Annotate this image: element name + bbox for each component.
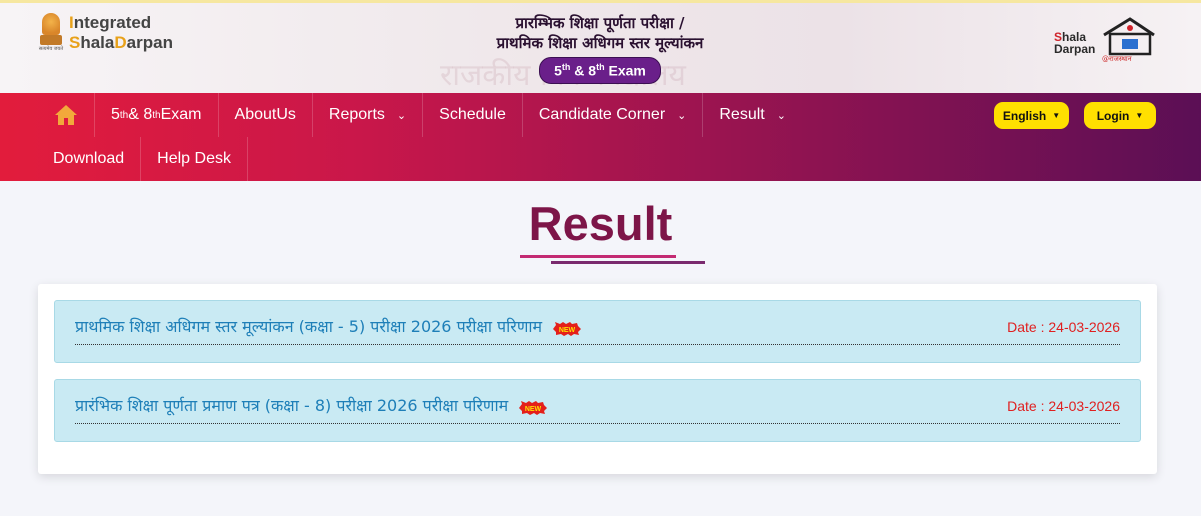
nav-home[interactable] (37, 93, 95, 137)
title-line1: प्रारम्भिक शिक्षा पूर्णता परीक्षा / (515, 14, 685, 32)
school-house-icon (1103, 17, 1155, 56)
nav-download-label: Download (53, 150, 125, 167)
nav-download[interactable]: Download (37, 137, 142, 181)
home-icon (54, 105, 77, 125)
site-header: राजकीय विक विद्यालय सत्यमेव जयते Integra… (0, 0, 1201, 93)
results-card: प्राथमिक शिक्षा अधिगम स्तर मूल्यांकन (कक… (38, 284, 1157, 474)
result-title: प्राथमिक शिक्षा अधिगम स्तर मूल्यांकन (कक… (75, 317, 543, 336)
nav-5th-8th-exam[interactable]: 5th & 8th Exam (95, 93, 219, 137)
result-link[interactable]: प्रारंभिक शिक्षा पूर्णता प्रमाण पत्र (कक… (75, 394, 548, 416)
language-dropdown-button[interactable]: English ▼ (994, 102, 1069, 129)
chevron-down-icon: ⌄ (396, 109, 407, 122)
result-link[interactable]: प्राथमिक शिक्षा अधिगम स्तर मूल्यांकन (कक… (75, 315, 582, 337)
result-date: Date : 24-03-2026 (1007, 319, 1120, 335)
main-navbar: 5th & 8th Exam AboutUs Reports ⌄ Schedule… (0, 93, 1201, 181)
login-label: Login (1096, 108, 1130, 123)
nav-schedule[interactable]: Schedule (423, 93, 523, 137)
emblem-caption: सत्यमेव जयते (38, 46, 64, 52)
right-logo-line2: Darpan (1054, 42, 1096, 56)
brand-line1: Integrated (69, 13, 152, 32)
right-logo-text: Shala Darpan (1054, 30, 1096, 56)
chevron-down-icon: ⌄ (776, 109, 786, 122)
nav-aboutus[interactable]: AboutUs (219, 93, 313, 137)
nav-schedule-label: Schedule (439, 106, 506, 123)
nav-help-desk-label: Help Desk (157, 150, 231, 167)
brand-line2: ShalaDarpan (69, 33, 173, 52)
exam-pill-badge: 5th & 8th Exam (539, 57, 661, 84)
result-date: Date : 24-03-2026 (1007, 398, 1120, 414)
exam-title-block: प्रारम्भिक शिक्षा पूर्णता परीक्षा / प्रा… (440, 13, 760, 84)
caret-down-icon: ▼ (1052, 111, 1061, 120)
national-emblem-icon: सत्यमेव जयते (37, 13, 65, 53)
integrated-shaladarpan-logo[interactable]: सत्यमेव जयते Integrated ShalaDarpan (37, 13, 173, 53)
nav-candidate-corner-label: Candidate Corner (538, 106, 666, 123)
nav-reports-label: Reports (328, 106, 385, 123)
language-label: English (1002, 108, 1047, 123)
title-line2: प्राथमिक शिक्षा अधिगम स्तर मूल्यांकन (496, 34, 704, 52)
nav-row-2: Download Help Desk (37, 137, 248, 181)
brand-line1-rest: ntegrated (73, 13, 152, 32)
dotted-divider (75, 423, 1120, 424)
nav-result-label: Result (719, 106, 765, 123)
caret-down-icon: ▼ (1135, 111, 1144, 120)
new-badge-icon: NEW (519, 400, 548, 415)
login-dropdown-button[interactable]: Login ▼ (1084, 102, 1156, 129)
result-title: प्रारंभिक शिक्षा पूर्णता प्रमाण पत्र (कक… (75, 396, 509, 415)
svg-text:NEW: NEW (559, 327, 576, 334)
svg-text:NEW: NEW (525, 406, 542, 413)
nav-help-desk[interactable]: Help Desk (141, 137, 248, 181)
right-logo-sub: @राजस्थान (1102, 55, 1132, 63)
new-badge-icon: NEW (553, 321, 582, 336)
brand-name: Integrated ShalaDarpan (69, 13, 173, 53)
page-title: Result (528, 197, 673, 250)
nav-candidate-corner[interactable]: Candidate Corner ⌄ (523, 93, 704, 137)
nav-aboutus-label: AboutUs (234, 106, 296, 123)
nav-row-1: 5th & 8th Exam AboutUs Reports ⌄ Schedule… (37, 93, 802, 137)
title-underline-secondary (551, 261, 705, 264)
result-item: प्रारंभिक शिक्षा पूर्णता प्रमाण पत्र (कक… (54, 379, 1141, 442)
shaladarpan-rajasthan-logo[interactable]: Shala Darpan @राजस्थान (1054, 17, 1158, 63)
nav-reports[interactable]: Reports ⌄ (313, 93, 424, 137)
chevron-down-icon: ⌄ (677, 109, 687, 122)
nav-result[interactable]: Result ⌄ (703, 93, 802, 137)
result-item: प्राथमिक शिक्षा अधिगम स्तर मूल्यांकन (कक… (54, 300, 1141, 363)
dotted-divider (75, 344, 1120, 345)
title-underline-primary (520, 255, 676, 258)
